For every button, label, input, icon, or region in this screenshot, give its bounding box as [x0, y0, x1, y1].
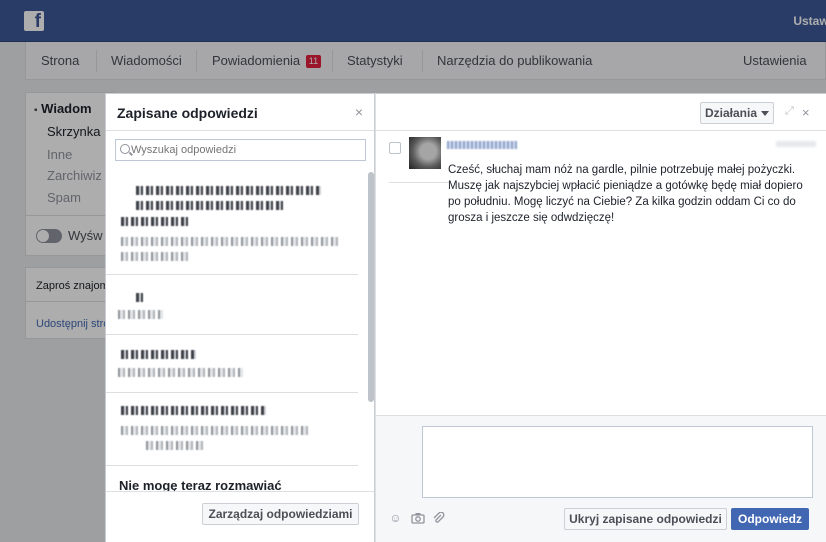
- saved-replies-footer: Zarządzaj odpowiedziami: [106, 491, 374, 542]
- actions-dropdown-button[interactable]: Działania: [700, 102, 774, 124]
- chevron-down-icon: [761, 111, 770, 117]
- reply-composer: ☺ Ukryj zapisane odpowiedzi Odpowiedz: [376, 415, 826, 542]
- camera-icon[interactable]: [410, 512, 425, 525]
- redacted-text: [118, 368, 243, 377]
- attachment-icon[interactable]: [432, 511, 445, 525]
- redacted-text: [136, 201, 286, 210]
- conversation-header: Działania ⤢ ×: [376, 94, 826, 131]
- redacted-text: [118, 310, 163, 319]
- message-divider: [389, 182, 449, 183]
- list-item[interactable]: Nie mogę teraz rozmawiać: [106, 466, 358, 491]
- redacted-text: [121, 426, 311, 435]
- message-line: po południu. Mogę liczyć na Ciebie? Za k…: [448, 196, 796, 208]
- close-icon[interactable]: ×: [802, 105, 810, 120]
- panel-divider: [106, 130, 374, 131]
- avatar[interactable]: [409, 137, 441, 169]
- timestamp-redacted: [776, 141, 816, 147]
- saved-replies-title: Zapisane odpowiedzi: [117, 105, 258, 121]
- redacted-text: [121, 217, 191, 226]
- redacted-text: [136, 293, 144, 302]
- hide-saved-replies-button[interactable]: Ukryj zapisane odpowiedzi: [564, 508, 727, 530]
- saved-replies-list: Nie mogę teraz rozmawiać: [106, 171, 371, 491]
- list-item[interactable]: [106, 393, 358, 466]
- redacted-text: [121, 406, 266, 415]
- actions-label: Działania: [704, 106, 758, 120]
- search-icon: [120, 144, 130, 154]
- sender-name-redacted[interactable]: [447, 141, 517, 149]
- redacted-text: [136, 186, 321, 195]
- scrollbar[interactable]: [368, 172, 374, 402]
- message-line: Muszę jak najszybciej wpłacić pieniądze …: [448, 180, 803, 192]
- saved-replies-panel: Zapisane odpowiedzi × Nie mogę teraz ro: [105, 93, 375, 542]
- redacted-text: [146, 441, 206, 450]
- redacted-text: [121, 350, 196, 359]
- reply-button[interactable]: Odpowiedz: [731, 508, 809, 530]
- redacted-text: [121, 252, 191, 261]
- message-line: Cześć, słuchaj mam nóż na gardle, pilnie…: [448, 164, 796, 176]
- conversation-panel: Działania ⤢ × Cześć, słuchaj mam nóż na …: [375, 93, 826, 542]
- reply-textarea[interactable]: [422, 426, 813, 498]
- message-line: grosza i jeszcze się odwdzięczę!: [448, 212, 615, 224]
- message-select-checkbox[interactable]: [389, 142, 401, 154]
- redacted-text: [121, 237, 341, 246]
- search-input[interactable]: [131, 142, 361, 158]
- list-item[interactable]: [106, 171, 358, 275]
- close-icon[interactable]: ×: [355, 104, 363, 120]
- message-body: Cześć, słuchaj mam nóż na gardle, pilnie…: [448, 162, 803, 226]
- search-replies-field[interactable]: [115, 139, 366, 161]
- list-item[interactable]: [106, 275, 358, 335]
- emoji-icon[interactable]: ☺: [389, 512, 402, 525]
- manage-replies-button[interactable]: Zarządzaj odpowiedziami: [202, 503, 359, 525]
- expand-icon[interactable]: ⤢: [785, 106, 795, 117]
- list-item[interactable]: [106, 335, 358, 393]
- reply-title: Nie mogę teraz rozmawiać: [119, 478, 282, 491]
